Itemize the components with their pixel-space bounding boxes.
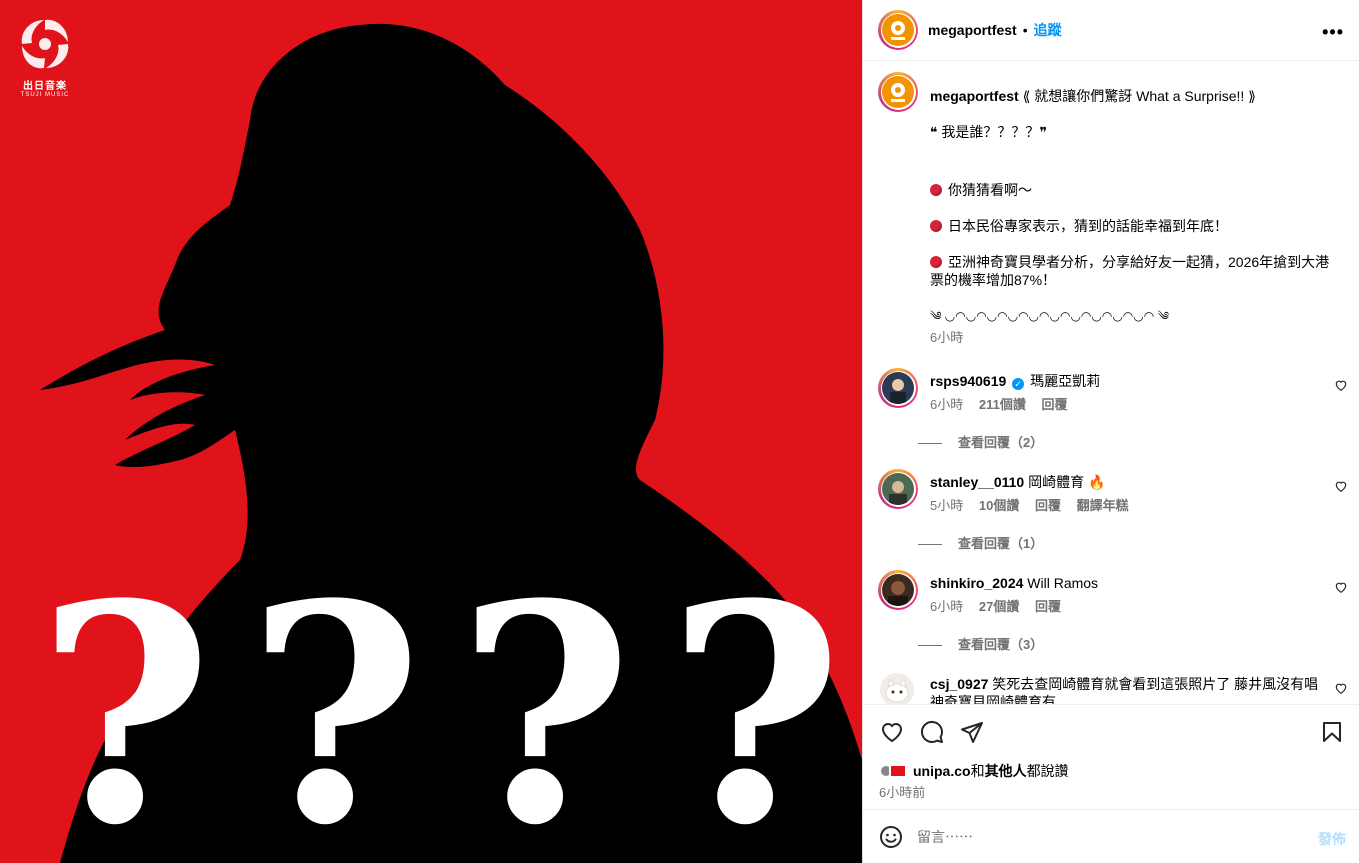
post-button[interactable]: 發佈 (1318, 829, 1346, 849)
likes-suffix: 都說讚 (1026, 763, 1069, 779)
user-photo-icon (890, 379, 906, 404)
post-header: megaportfest • 追蹤 ••• (863, 0, 1359, 61)
comment-time[interactable]: 6小時 (930, 397, 963, 412)
caption-divider: ༄ ◡◠◡◠◡◠◡◠◡◠◡◠◡◠◡◠◡◠◡◠ ༄ (930, 309, 1170, 323)
tsuji-music-logo-icon (21, 19, 69, 69)
caption-line: 亞洲神奇寶貝學者分析，分享給好友一起猜，2026年搶到大港 (948, 254, 1330, 270)
avatar[interactable] (878, 10, 918, 50)
megaport-logo-icon (891, 83, 905, 102)
comment-likes[interactable]: 211個讚 (979, 397, 1026, 412)
post-actions: unipa.co 和 其他人 都說讚 6小時前 (863, 704, 1359, 810)
more-options-icon[interactable]: ••• (1322, 22, 1344, 43)
red-circle-icon (930, 220, 942, 232)
post-media[interactable]: 出日音楽 TSUJI MUSIC ? ? ? ? (0, 0, 862, 863)
question-mark: ? (667, 538, 843, 863)
caption-username[interactable]: megaportfest (930, 88, 1019, 104)
question-marks: ? ? ? ? (20, 538, 860, 863)
question-mark: ? (457, 538, 633, 863)
reply-button[interactable]: 回覆 (1035, 498, 1061, 513)
megaport-logo-icon (891, 21, 905, 40)
liker-username[interactable]: unipa.co (913, 763, 971, 779)
comment-icon[interactable] (920, 720, 944, 744)
caption-line: ❝ 我是誰？？？？❞ (930, 124, 1047, 140)
follow-button[interactable]: 追蹤 (1034, 20, 1062, 40)
likes-others[interactable]: 其他人 (985, 761, 1027, 781)
header-username[interactable]: megaportfest (928, 22, 1017, 38)
avatar[interactable] (878, 469, 918, 509)
avatar[interactable] (878, 570, 918, 610)
caption-line: 票的機率增加87%！ (930, 272, 1057, 288)
avatar[interactable] (880, 673, 914, 704)
comment-likes[interactable]: 27個讚 (979, 599, 1019, 614)
brand-name: 出日音楽 (23, 81, 67, 92)
likes-and: 和 (970, 763, 985, 779)
separator-dot: • (1022, 22, 1028, 38)
question-mark: ? (247, 538, 423, 863)
comment-username[interactable]: rsps940619 (930, 373, 1006, 389)
comment-text: 笑死去查岡崎體育就會看到這張照片了 藤井風沒有唱神奇寶貝岡崎體育有 (930, 676, 1319, 704)
comment-username[interactable]: shinkiro_2024 (930, 575, 1023, 591)
caption-line: 你猜猜看啊～ (948, 182, 1032, 198)
caption-line: 日本民俗專家表示，猜到的話能幸福到年底！ (948, 218, 1228, 234)
comment-likes[interactable]: 10個讚 (979, 498, 1019, 513)
posted-time[interactable]: 6小時前 (879, 782, 925, 801)
brand-logo: 出日音楽 TSUJI MUSIC (16, 14, 74, 99)
post-side-panel: megaportfest • 追蹤 ••• megaportfest ⟪ 就想讓… (862, 0, 1359, 863)
comment-form: 發佈 (863, 811, 1359, 863)
red-circle-icon (930, 184, 942, 196)
comment-input[interactable] (917, 829, 1277, 845)
view-replies-button[interactable]: 查看回覆（3） (918, 634, 1043, 653)
comment-text: 瑪麗亞凱莉 (1030, 373, 1101, 389)
comment-username[interactable]: csj_0927 (930, 676, 988, 692)
translate-button[interactable]: 翻譯年糕 (1077, 498, 1129, 513)
emoji-icon[interactable] (879, 825, 903, 849)
heart-icon[interactable] (1334, 681, 1348, 695)
red-circle-icon (930, 256, 942, 268)
comment-text: 岡崎體育 🔥 (1028, 474, 1106, 490)
heart-icon[interactable] (880, 720, 904, 744)
view-replies-button[interactable]: 查看回覆（2） (918, 432, 1043, 451)
cat-avatar-icon (880, 673, 914, 704)
verified-badge-icon: ✓ (1012, 378, 1025, 390)
user-photo-icon (889, 481, 907, 505)
brand-subtitle: TSUJI MUSIC (20, 92, 70, 98)
user-photo-icon (888, 581, 908, 606)
caption-title: ⟪ 就想讓你們驚訝 What a Surprise!! ⟫ (1018, 88, 1256, 104)
comment-time[interactable]: 5小時 (930, 498, 963, 513)
comment-time[interactable]: 6小時 (930, 599, 963, 614)
bookmark-icon[interactable] (1320, 720, 1344, 744)
heart-icon[interactable] (1334, 479, 1348, 493)
send-icon[interactable] (960, 720, 984, 744)
likes-summary[interactable]: unipa.co 和 其他人 都說讚 (879, 761, 1069, 781)
reply-button[interactable]: 回覆 (1041, 397, 1067, 412)
liker-avatar (889, 764, 907, 778)
avatar[interactable] (878, 368, 918, 408)
comment-text: Will Ramos (1027, 575, 1099, 591)
comments-list[interactable]: megaportfest ⟪ 就想讓你們驚訝 What a Surprise!!… (863, 62, 1359, 704)
question-mark: ? (37, 538, 213, 863)
reply-button[interactable]: 回覆 (1035, 599, 1061, 614)
heart-icon[interactable] (1334, 378, 1348, 392)
heart-icon[interactable] (1334, 580, 1348, 594)
avatar[interactable] (878, 72, 918, 112)
caption-time[interactable]: 6小時 (930, 329, 1350, 347)
comment-username[interactable]: stanley__0110 (930, 474, 1024, 490)
view-replies-button[interactable]: 查看回覆（1） (918, 533, 1043, 552)
